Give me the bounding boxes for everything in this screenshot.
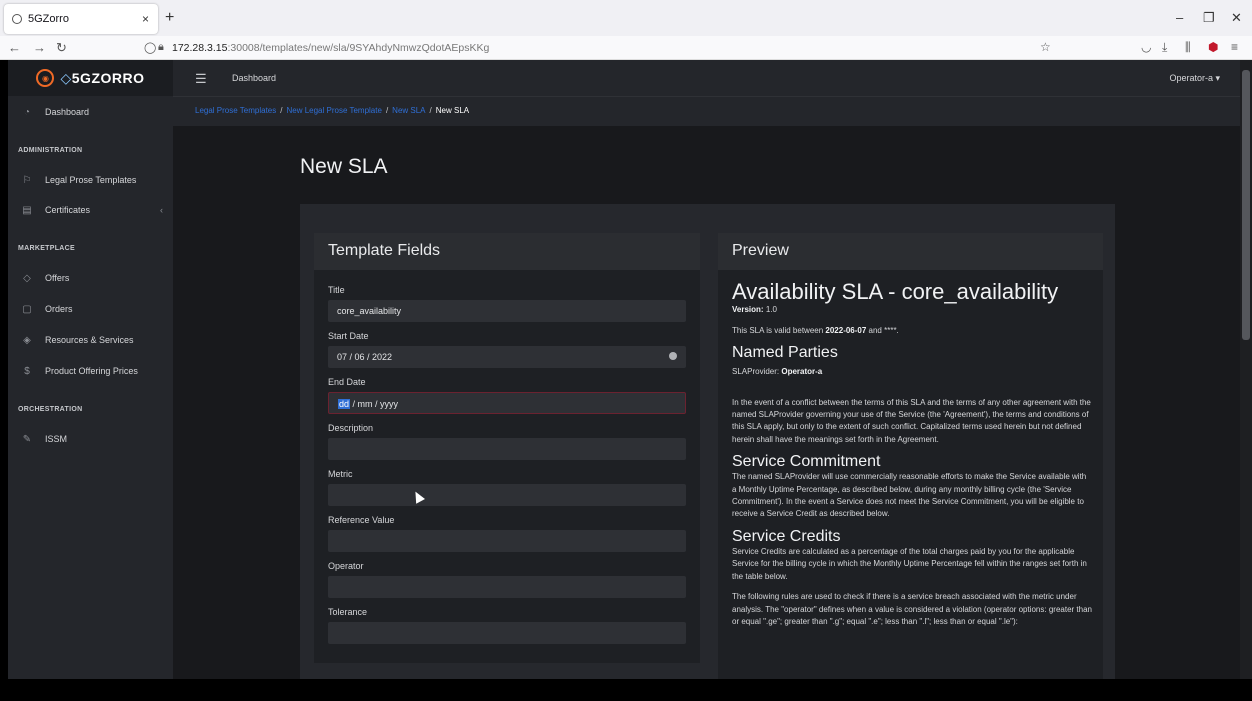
section-orchestration: ORCHESTRATION bbox=[18, 406, 83, 413]
preview-provider: SLAProvider: Operator-a bbox=[732, 367, 823, 377]
browser-tabbar: 5GZorro × + – ❐ ✕ bbox=[0, 0, 1252, 36]
certificate-icon: ▤ bbox=[22, 204, 32, 216]
section-administration: ADMINISTRATION bbox=[18, 147, 83, 154]
sidebar-item-product-offering-prices[interactable]: $ Product Offering Prices bbox=[8, 360, 173, 382]
tab-title: 5GZorro bbox=[28, 13, 69, 25]
reference-value-label: Reference Value bbox=[328, 515, 395, 525]
tab-close-icon[interactable]: × bbox=[142, 12, 149, 26]
preview-version: Version: 1.0 bbox=[732, 305, 777, 315]
dollar-icon: $ bbox=[24, 365, 30, 377]
browser-tab[interactable]: 5GZorro × bbox=[4, 4, 158, 34]
operator-input[interactable] bbox=[328, 576, 686, 598]
sidebar-item-dashboard[interactable]: ◔ Dashboard bbox=[8, 101, 173, 123]
menu-icon[interactable]: ≡ bbox=[1231, 40, 1238, 54]
layers-icon: ◈ bbox=[23, 334, 31, 346]
end-date-label: End Date bbox=[328, 377, 366, 387]
sidebar-item-offers[interactable]: ◇ Offers bbox=[8, 267, 173, 289]
library-icon[interactable]: ⫼ bbox=[1185, 40, 1191, 55]
speedometer-icon: ◔ bbox=[23, 106, 31, 118]
reload-icon[interactable]: ↻ bbox=[56, 40, 67, 56]
preview-card: Preview Availability SLA - core_availabi… bbox=[718, 233, 1103, 679]
sidebar-item-resources-services[interactable]: ◈ Resources & Services bbox=[8, 329, 173, 351]
ublock-icon[interactable]: ⬢ bbox=[1208, 40, 1218, 54]
template-fields-header: Template Fields bbox=[314, 233, 700, 270]
page-title: New SLA bbox=[300, 155, 388, 178]
breadcrumb-new-legal-prose-template[interactable]: New Legal Prose Template bbox=[286, 106, 381, 115]
sidebar: ◉ ◇5GZORRO ◔ Dashboard ADMINISTRATION ⚐ Le… bbox=[8, 60, 173, 679]
logo-mark-icon: ◉ bbox=[36, 69, 55, 87]
user-menu[interactable]: Operator-a ▾ bbox=[1169, 73, 1220, 84]
restore-icon[interactable]: ❐ bbox=[1203, 10, 1215, 26]
metric-input[interactable] bbox=[328, 484, 686, 506]
chevron-left-icon: ‹ bbox=[160, 205, 163, 215]
preview-document: Availability SLA - core_availability Ver… bbox=[732, 278, 1092, 628]
section-marketplace: MARKETPLACE bbox=[18, 245, 75, 252]
preview-service-credits-heading: Service Credits bbox=[732, 527, 841, 545]
url-host: 172.28.3.15 bbox=[172, 42, 228, 54]
tag-icon: ◇ bbox=[23, 272, 31, 284]
main-content: New SLA Template Fields Title core_avail… bbox=[173, 126, 1240, 679]
header-dashboard-link[interactable]: Dashboard bbox=[232, 73, 276, 83]
description-input[interactable] bbox=[328, 438, 686, 460]
end-date-day-segment: dd bbox=[338, 399, 351, 409]
reference-value-input[interactable] bbox=[328, 530, 686, 552]
pocket-icon[interactable]: ◡ bbox=[1141, 40, 1151, 54]
end-date-input[interactable]: dd / mm / yyyy bbox=[328, 392, 686, 414]
shield-icon[interactable]: ◯ bbox=[144, 41, 156, 54]
sidebar-item-issm[interactable]: ✎ ISSM bbox=[8, 428, 173, 450]
url-path: :30008/templates/new/sla/9SYAhdyNmwzQdot… bbox=[227, 42, 490, 54]
scrollbar-thumb[interactable] bbox=[1242, 70, 1250, 340]
breadcrumb-new-sla-link[interactable]: New SLA bbox=[392, 106, 425, 115]
preview-service-commitment-heading: Service Commitment bbox=[732, 453, 881, 471]
metric-label: Metric bbox=[328, 469, 353, 479]
back-icon[interactable]: ← bbox=[8, 40, 21, 55]
address-bar[interactable]: 172.28.3.15:30008/templates/new/sla/9SYA… bbox=[172, 42, 489, 54]
title-label: Title bbox=[328, 285, 345, 295]
bookmark-star-icon[interactable]: ☆ bbox=[1040, 40, 1051, 54]
start-date-input[interactable]: 07 / 06 / 2022 bbox=[328, 346, 686, 368]
window-close-icon[interactable]: ✕ bbox=[1231, 10, 1242, 26]
preview-conflict-paragraph: In the event of a conflict between the t… bbox=[732, 397, 1091, 444]
preview-rules-paragraph: The following rules are used to check if… bbox=[732, 592, 1092, 626]
preview-named-parties-heading: Named Parties bbox=[732, 343, 838, 361]
lock-icon[interactable]: 🔒︎ bbox=[158, 41, 164, 54]
sidebar-item-certificates[interactable]: ▤ Certificates ‹ bbox=[8, 199, 173, 221]
breadcrumb: Legal Prose Templates / New Legal Prose Te… bbox=[173, 96, 1240, 126]
note-icon: ▢ bbox=[22, 303, 32, 315]
forward-icon[interactable]: → bbox=[33, 40, 46, 55]
logo-text: 5GZORRO bbox=[71, 69, 145, 86]
sidebar-item-legal-prose-templates[interactable]: ⚐ Legal Prose Templates bbox=[8, 169, 173, 191]
minimize-icon[interactable]: – bbox=[1176, 10, 1183, 25]
clear-date-icon[interactable] bbox=[669, 352, 677, 360]
hamburger-menu-icon[interactable]: ☰ bbox=[195, 71, 207, 87]
download-icon[interactable]: ⤓ bbox=[1162, 40, 1167, 55]
operator-label: Operator bbox=[328, 561, 364, 571]
page-scrollbar[interactable] bbox=[1240, 60, 1252, 679]
flag-icon: ⚐ bbox=[22, 174, 32, 186]
preview-title: Availability SLA - core_availability bbox=[732, 279, 1059, 304]
tolerance-label: Tolerance bbox=[328, 607, 368, 617]
template-fields-card: Template Fields Title core_availability … bbox=[314, 233, 700, 663]
app-header: ☰ Dashboard Operator-a ▾ bbox=[173, 60, 1240, 96]
preview-validity: This SLA is valid between 2022-06-07 and… bbox=[732, 325, 899, 335]
logo[interactable]: ◉ ◇5GZORRO bbox=[8, 60, 173, 96]
editor-panel: Template Fields Title core_availability … bbox=[300, 204, 1115, 679]
preview-credits-paragraph: Service Credits are calculated as a perc… bbox=[732, 547, 1087, 581]
preview-header: Preview bbox=[718, 233, 1103, 270]
pencil-icon: ✎ bbox=[22, 433, 32, 445]
start-date-label: Start Date bbox=[328, 331, 369, 341]
browser-navbar: ← → ↻ ◯ 🔒︎ 172.28.3.15:30008/templates/n… bbox=[0, 36, 1252, 60]
new-tab-button[interactable]: + bbox=[165, 9, 174, 27]
breadcrumb-legal-prose-templates[interactable]: Legal Prose Templates bbox=[195, 106, 276, 115]
sidebar-item-orders[interactable]: ▢ Orders bbox=[8, 298, 173, 320]
title-input[interactable]: core_availability bbox=[328, 300, 686, 322]
favicon-icon bbox=[12, 14, 22, 24]
description-label: Description bbox=[328, 423, 374, 433]
tolerance-input[interactable] bbox=[328, 622, 686, 644]
breadcrumb-current: New SLA bbox=[435, 106, 470, 115]
preview-commitment-paragraph: The named SLAProvider will use commercia… bbox=[732, 472, 1087, 519]
